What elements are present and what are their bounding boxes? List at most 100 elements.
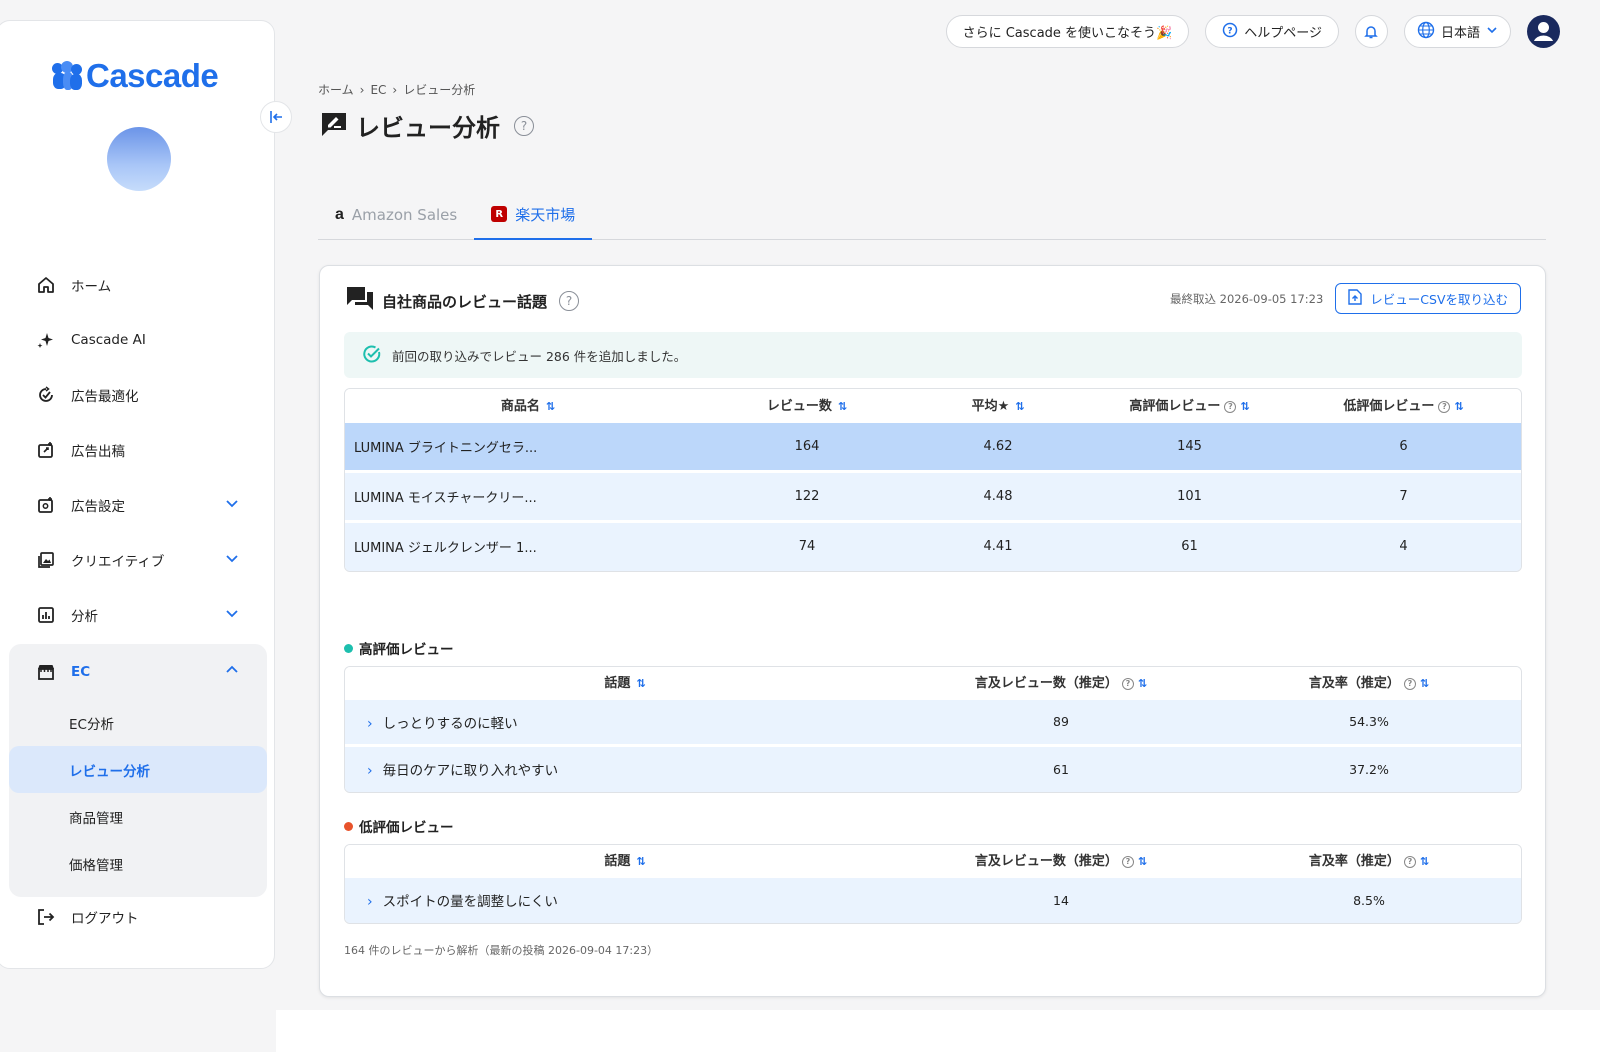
- col-header-mentions[interactable]: 言及レビュー数（推定）? ⇅: [905, 667, 1217, 698]
- page-title: レビュー分析: [356, 114, 500, 142]
- table-row[interactable]: LUMINA ジェルクレンザー 1... 74 4.41 61 4: [345, 519, 1521, 571]
- table-header-row: 話題 ⇅ 言及レビュー数（推定）? ⇅ 言及率（推定）? ⇅: [345, 667, 1521, 698]
- sidebar-item-analytics[interactable]: 分析: [9, 587, 267, 642]
- breadcrumb-ec[interactable]: EC: [370, 83, 386, 97]
- user-avatar-icon[interactable]: [1527, 15, 1560, 48]
- sidebar-item-ad-publish[interactable]: 広告出稿: [9, 422, 267, 477]
- negative-topics-table: 話題 ⇅ 言及レビュー数（推定）? ⇅ 言及率（推定）? ⇅ › スポイトの量を調整しに…: [344, 844, 1522, 924]
- col-header-mention-rate[interactable]: 言及率（推定）? ⇅: [1217, 667, 1521, 698]
- col-header-topic[interactable]: 話題 ⇅: [345, 667, 905, 698]
- help-label: ヘルプページ: [1244, 26, 1322, 41]
- question-icon: ?: [1224, 400, 1237, 413]
- chat-bubbles-icon: [346, 286, 374, 316]
- store-icon: [35, 661, 57, 683]
- product-table: 商品名 ⇅ レビュー数 ⇅ 平均★ ⇅ 高評価レビュー? ⇅ 低評価レビュー? ⇅ LUM…: [344, 388, 1522, 572]
- notice-text: 前回の取り込みでレビュー 286 件を追加しました。: [392, 348, 687, 364]
- sidebar-item-label: Cascade AI: [71, 331, 146, 348]
- logout-label: ログアウト: [71, 910, 139, 927]
- col-header-positive[interactable]: 高評価レビュー? ⇅: [1093, 389, 1286, 421]
- table-row[interactable]: › しっとりするのに軽い 89 54.3%: [345, 696, 1521, 745]
- sidebar-item-home[interactable]: ホーム: [9, 257, 267, 312]
- chevron-down-icon[interactable]: [225, 551, 239, 569]
- table-header-row: 商品名 ⇅ レビュー数 ⇅ 平均★ ⇅ 高評価レビュー? ⇅ 低評価レビュー? ⇅: [345, 389, 1521, 421]
- col-header-mentions[interactable]: 言及レビュー数（推定）? ⇅: [905, 845, 1217, 876]
- import-csv-button[interactable]: レビューCSVを取り込む: [1335, 283, 1521, 314]
- sparkle-icon: [35, 329, 57, 351]
- sort-icon: ⇅: [1015, 399, 1025, 413]
- sidebar-nav: ホーム Cascade AI 広告最適化 広告出稿 広告設定 クリエイティブ 分…: [9, 257, 267, 897]
- sort-icon: ⇅: [636, 855, 646, 869]
- logout-button[interactable]: ログアウト: [9, 889, 267, 944]
- chart-icon: [35, 604, 57, 626]
- table-row[interactable]: › スポイトの量を調整しにくい 14 8.5%: [345, 874, 1521, 923]
- breadcrumb-home[interactable]: ホーム: [318, 81, 354, 98]
- import-notice: 前回の取り込みでレビュー 286 件を追加しました。: [344, 332, 1522, 378]
- collapse-icon: [270, 111, 282, 123]
- help-icon: ?: [1222, 22, 1238, 42]
- last-import-timestamp: 最終取込 2026-09-05 17:23: [1169, 291, 1324, 306]
- sidebar-item-ec[interactable]: EC: [9, 644, 267, 699]
- sort-icon: ⇅: [1137, 677, 1148, 691]
- workspace-avatar[interactable]: [107, 127, 171, 191]
- tab-rakuten[interactable]: R 楽天市場: [474, 190, 593, 240]
- sidebar-item-creative[interactable]: クリエイティブ: [9, 532, 267, 587]
- sidebar-item-ad-settings[interactable]: 広告設定: [9, 477, 267, 532]
- collapse-sidebar-button[interactable]: [260, 101, 292, 133]
- sidebar-item-label: ホーム: [71, 278, 112, 295]
- sidebar-subitem-price-management[interactable]: 価格管理: [9, 840, 267, 887]
- table-row[interactable]: LUMINA モイスチャークリー... 122 4.48 101 7: [345, 469, 1521, 521]
- question-icon[interactable]: ?: [559, 291, 580, 311]
- sidebar-subitem-review-analysis[interactable]: レビュー分析: [9, 746, 267, 793]
- tab-amazon[interactable]: a Amazon Sales: [318, 190, 474, 240]
- language-label: 日本語: [1440, 26, 1480, 41]
- sidebar-subitem-ec-analysis[interactable]: EC分析: [9, 699, 267, 746]
- breadcrumb-current: レビュー分析: [403, 83, 476, 97]
- sort-icon: ⇅: [1419, 677, 1430, 691]
- logo-mark-icon: [52, 61, 82, 91]
- settings-icon: [35, 494, 57, 516]
- table-row[interactable]: LUMINA ブライトニングセラ... 164 4.62 145 6: [345, 419, 1521, 471]
- col-header-mention-rate[interactable]: 言及率（推定）? ⇅: [1217, 845, 1521, 876]
- bottom-strip: [276, 1010, 1600, 1052]
- chevron-up-icon[interactable]: [225, 663, 239, 681]
- sidebar-group-ec: EC EC分析 レビュー分析 商品管理 価格管理: [9, 644, 267, 897]
- col-header-review-count[interactable]: レビュー数 ⇅: [711, 389, 903, 421]
- question-icon: ?: [1403, 678, 1416, 691]
- col-header-negative[interactable]: 低評価レビュー? ⇅: [1286, 389, 1521, 421]
- language-select[interactable]: 日本語: [1403, 15, 1511, 48]
- col-header-topic[interactable]: 話題 ⇅: [345, 845, 905, 876]
- file-upload-icon: [1348, 289, 1362, 308]
- cascade-logo[interactable]: Cascade: [52, 57, 219, 95]
- chevron-down-icon[interactable]: [225, 496, 239, 514]
- chevron-down-icon[interactable]: [225, 606, 239, 624]
- sidebar-subitem-product-management[interactable]: 商品管理: [9, 793, 267, 840]
- sort-icon: ⇅: [636, 677, 646, 691]
- card-title: 自社商品のレビュー話題: [382, 292, 548, 311]
- col-header-product[interactable]: 商品名 ⇅: [345, 389, 711, 421]
- promo-button[interactable]: さらに Cascade を使いこなそう🎉: [945, 15, 1190, 48]
- breadcrumb: ホーム › EC › レビュー分析: [318, 81, 475, 98]
- notification-bell-icon[interactable]: [1354, 15, 1388, 48]
- svg-text:?: ?: [1228, 26, 1233, 36]
- col-header-average-rating[interactable]: 平均★ ⇅: [903, 389, 1093, 421]
- tab-label: Amazon Sales: [351, 206, 458, 224]
- marketplace-tabs: a Amazon Sales R 楽天市場: [318, 190, 1546, 240]
- sidebar-item-label: 広告設定: [71, 498, 125, 515]
- page-header: レビュー分析 ?: [320, 108, 534, 143]
- image-icon: [35, 549, 57, 571]
- review-edit-icon: [320, 110, 348, 142]
- negative-dot-icon: [344, 821, 353, 831]
- sidebar-item-cascade-ai[interactable]: Cascade AI: [9, 312, 267, 367]
- globe-icon: [1417, 21, 1435, 43]
- home-icon: [35, 274, 57, 296]
- sort-icon: ⇅: [1137, 855, 1148, 869]
- help-page-button[interactable]: ? ヘルプページ: [1205, 15, 1339, 48]
- question-icon[interactable]: ?: [514, 115, 534, 136]
- table-row[interactable]: › 毎日のケアに取り入れやすい 61 37.2%: [345, 743, 1521, 792]
- logout-icon: [35, 906, 57, 928]
- import-csv-label: レビューCSVを取り込む: [1370, 292, 1508, 307]
- card-header: 自社商品のレビュー話題 ?: [346, 286, 580, 316]
- sidebar-item-ad-optimize[interactable]: 広告最適化: [9, 367, 267, 422]
- question-icon: ?: [1438, 400, 1451, 413]
- topbar: さらに Cascade を使いこなそう🎉 ? ヘルプページ 日本語: [945, 15, 1560, 48]
